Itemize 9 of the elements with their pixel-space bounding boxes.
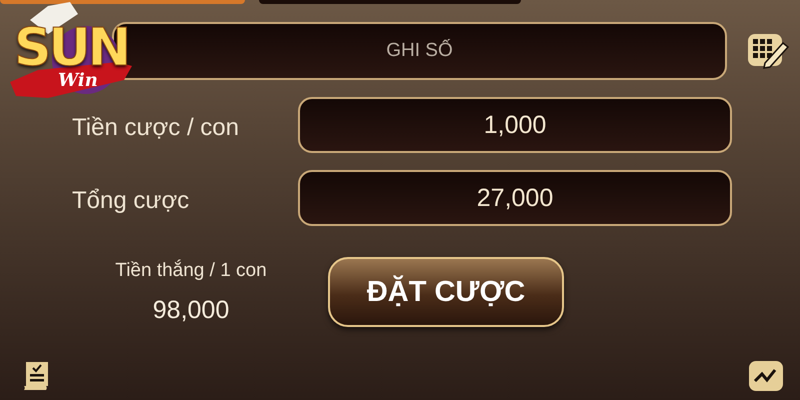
win-per-number-value: 98,000 (152, 296, 230, 324)
bet-per-number-field[interactable]: 1,000 (298, 97, 732, 153)
total-bet-label: Tổng cược (72, 187, 190, 215)
win-per-number-label: Tiền thắng / 1 con (115, 260, 267, 282)
grid-pencil-icon[interactable] (747, 33, 789, 69)
total-bet-field: 27,000 (298, 170, 732, 226)
place-bet-button[interactable]: ĐẶT CƯỢC (328, 257, 564, 327)
bet-per-number-label: Tiền cược / con (72, 114, 240, 142)
line-chart-icon[interactable] (748, 360, 784, 392)
